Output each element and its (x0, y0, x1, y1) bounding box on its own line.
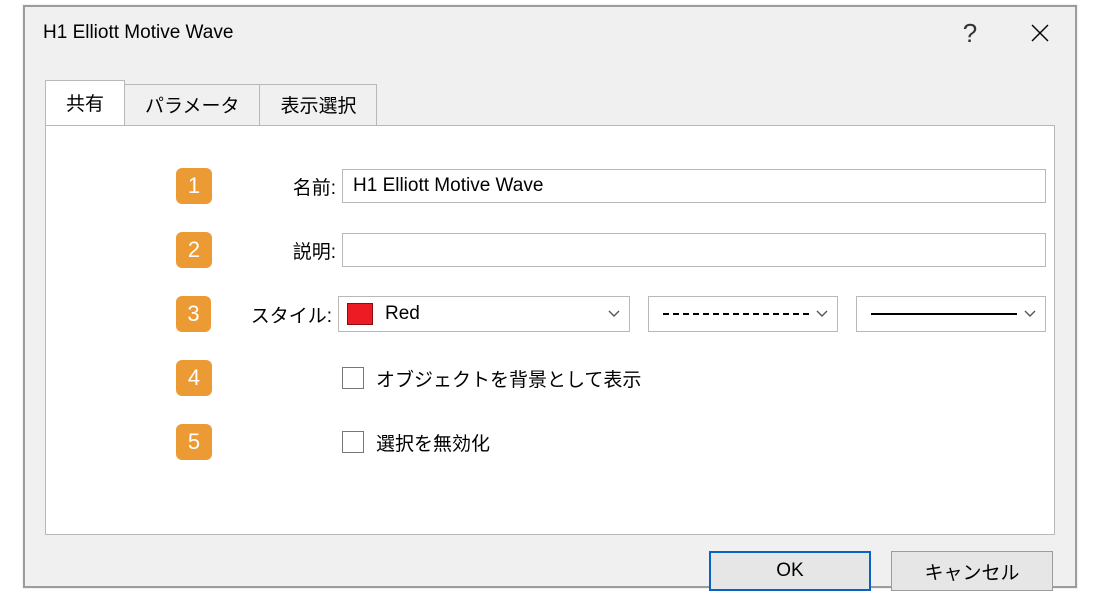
color-name-text: Red (385, 303, 607, 325)
style-controls: Red (338, 296, 1046, 332)
background-checkbox[interactable] (342, 367, 364, 389)
chevron-down-icon (815, 307, 829, 321)
row-number-1: 1 (176, 168, 212, 204)
line-style-select[interactable] (648, 296, 838, 332)
row-number-4: 4 (176, 360, 212, 396)
description-input[interactable] (342, 233, 1046, 267)
row-number-2: 2 (176, 232, 212, 268)
chevron-down-icon (607, 307, 621, 321)
dialog-window: H1 Elliott Motive Wave ? 共有 パラメータ 表示選択 1… (23, 5, 1077, 588)
row-number-3: 3 (176, 296, 211, 332)
close-button[interactable] (1005, 7, 1075, 59)
titlebar-buttons: ? (935, 7, 1075, 59)
background-check-line: オブジェクトを背景として表示 (342, 365, 1046, 392)
titlebar: H1 Elliott Motive Wave ? (25, 7, 1075, 59)
help-icon: ? (963, 18, 977, 49)
titlebar-title: H1 Elliott Motive Wave (43, 22, 935, 44)
disable-selection-checkbox[interactable] (342, 431, 364, 453)
tab-display[interactable]: 表示選択 (259, 84, 377, 125)
color-select[interactable]: Red (338, 296, 630, 332)
row-disable-selection-checkbox: 5 選択を無効化 (176, 418, 1046, 466)
row-name: 1 名前: (176, 162, 1046, 210)
row-style: 3 スタイル: Red (176, 290, 1046, 338)
row-background-checkbox: 4 オブジェクトを背景として表示 (176, 354, 1046, 402)
tab-row: 共有 パラメータ 表示選択 (25, 85, 1075, 125)
disable-selection-check-line: 選択を無効化 (342, 429, 1046, 456)
help-button[interactable]: ? (935, 7, 1005, 59)
row-description: 2 説明: (176, 226, 1046, 274)
line-width-select[interactable] (856, 296, 1046, 332)
dialog-footer: OK キャンセル (25, 551, 1075, 591)
cancel-button[interactable]: キャンセル (891, 551, 1053, 591)
close-icon (1031, 24, 1049, 42)
description-label: 説明: (232, 237, 342, 264)
ok-button[interactable]: OK (709, 551, 871, 591)
tab-content: 1 名前: 2 説明: 3 スタイル: Red (45, 125, 1055, 535)
tab-shared[interactable]: 共有 (45, 80, 125, 125)
name-label: 名前: (232, 173, 342, 200)
dashed-line-preview (663, 313, 809, 315)
row-number-5: 5 (176, 424, 212, 460)
disable-selection-checkbox-label[interactable]: 選択を無効化 (376, 429, 490, 456)
tab-parameters[interactable]: パラメータ (124, 84, 260, 125)
chevron-down-icon (1023, 307, 1037, 321)
style-label: スタイル: (231, 301, 338, 328)
solid-line-preview (871, 313, 1017, 315)
color-swatch (347, 303, 373, 325)
background-checkbox-label[interactable]: オブジェクトを背景として表示 (376, 365, 641, 392)
name-input[interactable] (342, 169, 1046, 203)
